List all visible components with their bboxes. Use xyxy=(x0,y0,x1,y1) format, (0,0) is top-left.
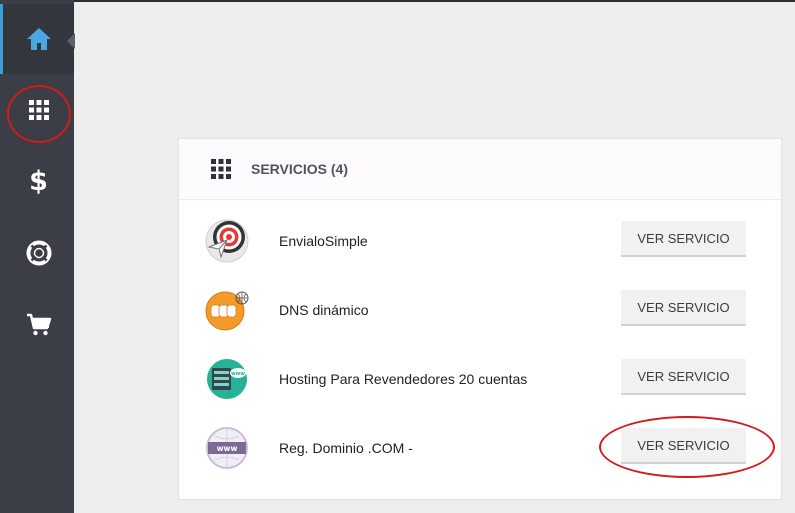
top-border xyxy=(0,0,795,2)
list-item: www Hosting Para Revendedores 20 cuentas… xyxy=(179,345,781,414)
sidebar: $ xyxy=(0,0,75,513)
svg-text:www: www xyxy=(231,371,245,377)
grid-icon xyxy=(211,159,231,179)
cart-icon xyxy=(26,313,51,336)
service-name: EnvialoSimple xyxy=(279,233,368,249)
sidebar-item-home[interactable] xyxy=(3,4,74,74)
svg-text:www: www xyxy=(217,444,238,453)
service-name: Reg. Dominio .COM - xyxy=(279,440,413,456)
service-name: Hosting Para Revendedores 20 cuentas xyxy=(279,371,528,387)
sidebar-item-billing[interactable]: $ xyxy=(3,146,74,216)
target-icon xyxy=(205,219,249,263)
list-item: www Reg. Dominio .COM - VER SERVICIO xyxy=(179,414,781,483)
dollar-icon: $ xyxy=(29,165,48,197)
ver-servicio-button[interactable]: VER SERVICIO xyxy=(621,428,746,464)
sidebar-item-cart[interactable] xyxy=(3,290,74,360)
annotation-circle-nav xyxy=(7,85,71,143)
home-icon xyxy=(26,28,51,50)
ver-servicio-button[interactable]: VER SERVICIO xyxy=(621,359,746,395)
ddns-icon xyxy=(205,291,249,331)
ver-servicio-button[interactable]: VER SERVICIO xyxy=(621,290,746,326)
panel-header: SERVICIOS (4) xyxy=(179,139,781,200)
lifebuoy-icon xyxy=(26,240,51,266)
service-name: DNS dinámico xyxy=(279,302,369,318)
www-icon: www xyxy=(206,427,248,469)
list-item: EnvialoSimple VER SERVICIO xyxy=(179,207,781,276)
server-icon: www xyxy=(207,359,247,399)
panel-title: SERVICIOS (4) xyxy=(251,161,348,177)
collapse-arrow-icon[interactable] xyxy=(67,33,75,49)
ver-servicio-button[interactable]: VER SERVICIO xyxy=(621,221,746,257)
services-panel: SERVICIOS (4) EnvialoSimple VER SERVICIO xyxy=(178,138,782,500)
sidebar-item-support[interactable] xyxy=(3,218,74,288)
list-item: DNS dinámico VER SERVICIO xyxy=(179,276,781,345)
